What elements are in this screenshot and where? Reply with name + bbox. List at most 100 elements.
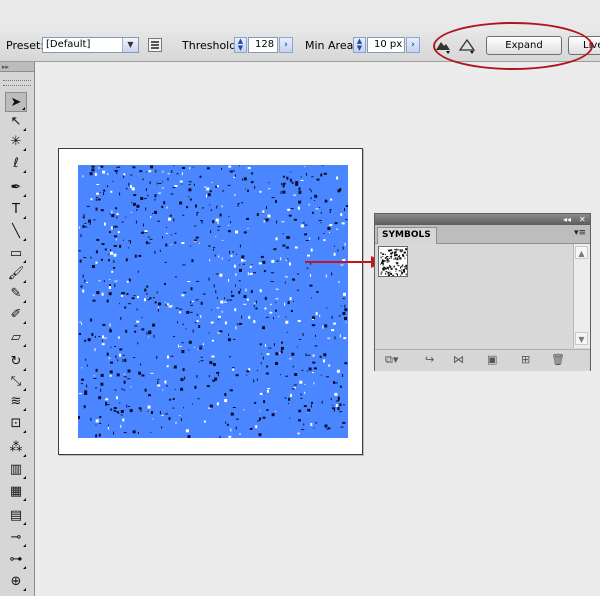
- eraser-tool-button[interactable]: ▱: [5, 328, 27, 348]
- preset-dropdown[interactable]: [Default] ▼: [42, 37, 139, 53]
- warp-tool-button[interactable]: ≋: [5, 392, 27, 412]
- scroll-up-icon[interactable]: ▲: [575, 246, 588, 259]
- pen-tool-button[interactable]: ✒: [5, 178, 27, 198]
- min-area-spinner[interactable]: ▲ ▼: [353, 37, 366, 53]
- symbol-sprayer-tool-icon: ⁂: [9, 440, 23, 455]
- flyout-indicator-icon: [23, 388, 26, 391]
- rectangle-tool-button[interactable]: ▭: [5, 244, 27, 264]
- selection-tool-icon: ➤: [10, 95, 22, 110]
- direct-selection-tool-button[interactable]: ↖: [5, 112, 27, 132]
- column-graph-tool-icon: ▥: [9, 462, 23, 477]
- rectangle-tool-icon: ▭: [9, 246, 23, 261]
- paintbrush-tool-button[interactable]: 🖌: [5, 264, 27, 284]
- eraser-tool-icon: ▱: [11, 330, 21, 345]
- break-link-to-symbol-icon[interactable]: ⋈: [453, 354, 464, 366]
- symbol-thumbnail[interactable]: [378, 246, 408, 277]
- blend-tool-button[interactable]: ⊶: [5, 550, 27, 570]
- flyout-indicator-icon: [23, 544, 26, 547]
- delete-symbol-icon[interactable]: 🗑: [551, 354, 565, 366]
- tools-panel-collapse-bar[interactable]: ▸▸: [0, 62, 34, 72]
- flyout-indicator-icon: [23, 588, 26, 591]
- symbol-options-icon[interactable]: ▣: [487, 354, 497, 366]
- live-paint-bucket-tool-button[interactable]: ⊕: [5, 572, 27, 592]
- symbol-sprayer-tool-button[interactable]: ⁂: [5, 438, 27, 458]
- collapse-panel-icon[interactable]: ◂◂: [563, 214, 571, 225]
- line-tool-icon: ╲: [12, 224, 20, 239]
- tab-symbols[interactable]: SYMBOLS: [377, 227, 437, 244]
- flyout-indicator-icon: [23, 408, 26, 411]
- flyout-indicator-icon: [23, 216, 26, 219]
- symbols-panel-toolbar: ⧉▾ ↪ ⋈ ▣ ⊞ 🗑: [375, 349, 590, 371]
- tracing-options-button[interactable]: [148, 38, 162, 52]
- scale-tool-icon: ⤡: [10, 374, 22, 389]
- symbols-scrollbar[interactable]: ▲ ▼: [573, 244, 590, 348]
- free-transform-tool-icon: ⊡: [10, 416, 22, 431]
- flyout-indicator-icon: [23, 148, 26, 151]
- direct-selection-tool-icon: ↖: [10, 114, 22, 129]
- threshold-input[interactable]: 128: [248, 37, 278, 53]
- mesh-tool-button[interactable]: ▦: [5, 482, 27, 502]
- flyout-indicator-icon: [23, 238, 26, 241]
- flyout-indicator-icon: [23, 300, 26, 303]
- flyout-indicator-icon: [23, 476, 26, 479]
- gradient-tool-icon: ▤: [9, 508, 23, 523]
- paintbrush-tool-icon: 🖌: [7, 266, 25, 281]
- selection-tool-button[interactable]: ➤: [5, 92, 27, 112]
- flyout-indicator-icon: [23, 368, 26, 371]
- close-icon[interactable]: ✕: [579, 214, 586, 225]
- min-area-label: Min Area:: [305, 39, 358, 52]
- highlight-circle: [433, 22, 593, 70]
- artwork-speckles: [78, 165, 349, 439]
- symbols-list: [376, 244, 573, 348]
- flyout-indicator-icon: [23, 260, 26, 263]
- chevron-right-icon: ›: [411, 40, 415, 50]
- scroll-down-icon[interactable]: ▼: [575, 332, 588, 345]
- symbol-preview-icon: [380, 248, 408, 277]
- rotate-tool-button[interactable]: ↻: [5, 352, 27, 372]
- type-tool-button[interactable]: T: [5, 200, 27, 220]
- min-area-slider-button[interactable]: ›: [406, 37, 420, 53]
- eyedropper-tool-icon: ⊸: [10, 530, 22, 545]
- scale-tool-button[interactable]: ⤡: [5, 372, 27, 392]
- flyout-indicator-icon: [23, 280, 26, 283]
- lasso-tool-button[interactable]: ℓ: [5, 154, 27, 174]
- threshold-spinner[interactable]: ▲ ▼: [234, 37, 247, 53]
- preset-label: Preset:: [6, 39, 45, 52]
- flyout-indicator-icon: [23, 566, 26, 569]
- symbols-panel-titlebar[interactable]: ◂◂ ✕: [375, 214, 590, 225]
- pencil-tool-button[interactable]: ✎: [5, 284, 27, 304]
- pen-tool-icon: ✒: [10, 180, 22, 195]
- flyout-indicator-icon: [23, 344, 26, 347]
- min-area-input[interactable]: 10 px: [367, 37, 405, 53]
- free-transform-tool-button[interactable]: ⊡: [5, 414, 27, 434]
- column-graph-tool-button[interactable]: ▥: [5, 460, 27, 480]
- blend-tool-icon: ⊶: [9, 552, 23, 567]
- gradient-tool-button[interactable]: ▤: [5, 506, 27, 526]
- flyout-indicator-icon: [23, 170, 26, 173]
- threshold-slider-button[interactable]: ›: [279, 37, 293, 53]
- magic-wand-tool-button[interactable]: ✳: [5, 132, 27, 152]
- chevron-down-icon: ▼: [122, 38, 138, 52]
- symbol-libraries-menu-icon[interactable]: ⧉▾: [385, 354, 398, 366]
- chevron-right-icon: ›: [284, 40, 288, 50]
- flyout-indicator-icon: [22, 107, 25, 110]
- mesh-tool-icon: ▦: [9, 484, 23, 499]
- pencil-tool-icon: ✎: [10, 286, 22, 301]
- magic-wand-tool-icon: ✳: [10, 134, 22, 149]
- tools-panel: ▸▸ ➤ ↖ ✳ ℓ ✒ T ╲ ▭ 🖌 ✎ ✐ ▱ ↻ ⤡ ≋ ⊡ ⁂ ▥ ▦ ▤ ⊸ ⊶ ⊕: [0, 62, 35, 596]
- place-symbol-instance-icon[interactable]: ↪: [425, 354, 434, 366]
- panel-menu-icon[interactable]: ▾≡: [574, 228, 586, 239]
- line-tool-button[interactable]: ╲: [5, 222, 27, 242]
- flyout-indicator-icon: [23, 128, 26, 131]
- flyout-indicator-icon: [23, 430, 26, 433]
- symbols-panel: ◂◂ ✕ SYMBOLS ▾≡ ▲ ▼ ⧉▾ ↪ ⋈ ▣ ⊞ 🗑: [374, 213, 591, 371]
- warp-tool-icon: ≋: [10, 394, 22, 409]
- new-symbol-icon[interactable]: ⊞: [521, 354, 530, 366]
- traced-artwork[interactable]: [78, 165, 349, 439]
- blob-brush-tool-button[interactable]: ✐: [5, 305, 27, 325]
- tools-panel-grip[interactable]: [3, 80, 31, 86]
- flyout-indicator-icon: [23, 522, 26, 525]
- preset-value: [Default]: [46, 39, 91, 50]
- artboard[interactable]: [58, 148, 363, 455]
- eyedropper-tool-button[interactable]: ⊸: [5, 528, 27, 548]
